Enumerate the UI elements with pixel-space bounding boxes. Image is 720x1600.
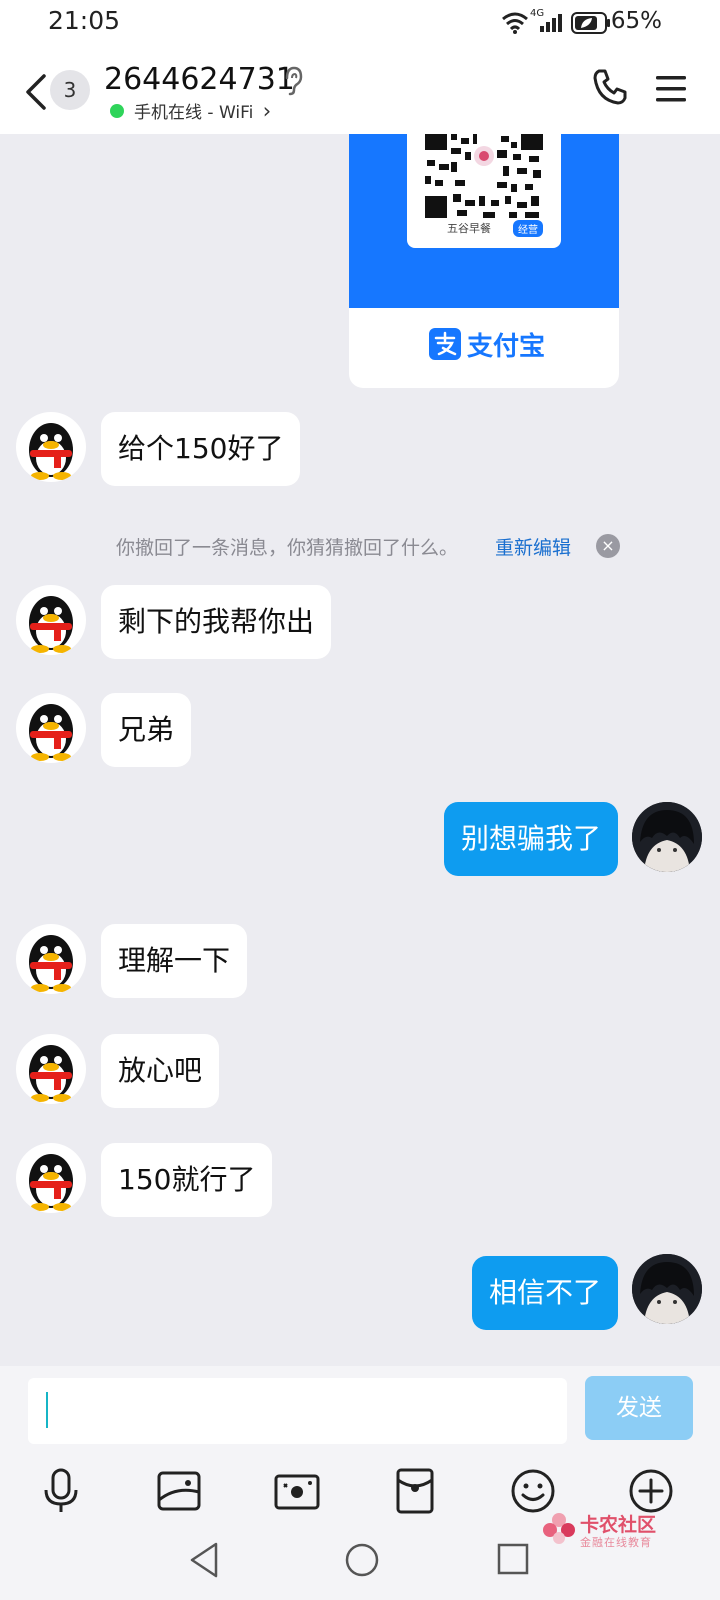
plus-icon[interactable] [626, 1466, 676, 1516]
anime-avatar-icon [632, 1254, 702, 1324]
message-bubble-outgoing[interactable]: 别想骗我了 [443, 802, 618, 876]
camera-icon[interactable] [272, 1466, 322, 1516]
message-bubble-incoming[interactable]: 给个150好了 [101, 412, 301, 486]
alipay-qr-card[interactable]: 五谷早餐 经营 支付宝 [349, 134, 619, 388]
emoji-icon[interactable] [508, 1466, 558, 1516]
anime-avatar-icon [632, 802, 702, 872]
message-bubble-incoming[interactable]: 兄弟 [101, 693, 192, 767]
message-bubble-incoming[interactable]: 放心吧 [101, 1034, 220, 1108]
text-caret [46, 1392, 48, 1428]
status-bar: 21:05 4G 65% [0, 0, 720, 46]
message-bubble-outgoing[interactable]: 相信不了 [471, 1256, 618, 1330]
wifi-icon [502, 12, 528, 34]
image-icon[interactable] [154, 1466, 204, 1516]
message-bubble-incoming[interactable]: 150就行了 [101, 1143, 273, 1217]
red-packet-icon[interactable] [390, 1466, 440, 1516]
re-edit-link[interactable]: 重新编辑 [495, 533, 571, 560]
penguin-avatar-icon [29, 1045, 73, 1102]
penguin-avatar-icon [29, 1154, 73, 1211]
recall-notice-text: 你撤回了一条消息，你猜猜撤回了什么。 [116, 537, 459, 559]
ear-icon[interactable] [282, 66, 304, 96]
battery-percent: 65% [610, 8, 662, 34]
penguin-avatar-icon [29, 423, 73, 480]
alipay-brand-label: 支付宝 [467, 332, 546, 362]
message-input[interactable] [28, 1378, 567, 1444]
contact-avatar[interactable] [16, 585, 86, 655]
contact-avatar[interactable] [16, 1143, 86, 1213]
nav-back-icon[interactable] [186, 1540, 222, 1580]
close-notice-icon[interactable]: × [596, 534, 620, 558]
status-time: 21:05 [48, 6, 121, 35]
chat-header: 3 2644624731 手机在线 - WiFi › [0, 46, 720, 134]
message-bubble-incoming[interactable]: 剩下的我帮你出 [101, 585, 332, 659]
nav-recents-icon[interactable] [494, 1540, 534, 1580]
contact-avatar[interactable] [16, 412, 86, 482]
microphone-icon[interactable] [36, 1466, 86, 1516]
nav-home-icon[interactable] [342, 1540, 382, 1580]
signal-icon [540, 14, 562, 32]
send-button[interactable]: 发送 [585, 1376, 693, 1440]
penguin-avatar-icon [29, 704, 73, 761]
battery-icon [571, 12, 610, 34]
menu-icon[interactable] [654, 74, 688, 104]
my-avatar[interactable] [632, 1254, 702, 1324]
contact-avatar[interactable] [16, 924, 86, 994]
penguin-avatar-icon [29, 935, 73, 992]
phone-call-icon[interactable] [592, 68, 630, 106]
contact-avatar[interactable] [16, 1034, 86, 1104]
qr-shop-name: 五谷早餐 [447, 222, 491, 235]
message-bubble-incoming[interactable]: 理解一下 [101, 924, 248, 998]
online-status-text: 手机在线 - WiFi [134, 103, 254, 123]
unread-count-badge[interactable]: 3 [50, 70, 90, 110]
online-status[interactable]: 手机在线 - WiFi › [134, 98, 271, 123]
qr-business-tag: 经营 [513, 220, 543, 237]
chevron-right-icon: › [262, 99, 272, 123]
my-avatar[interactable] [632, 802, 702, 872]
online-status-dot [110, 104, 124, 118]
watermark-title: 卡农社区 [580, 1514, 657, 1536]
qr-code-panel: 五谷早餐 经营 [407, 134, 561, 248]
contact-avatar[interactable] [16, 693, 86, 763]
watermark-flower-icon [543, 1513, 575, 1544]
penguin-avatar-icon [29, 596, 73, 653]
back-arrow-icon[interactable] [22, 72, 48, 112]
qr-code-icon [421, 134, 547, 220]
alipay-logo-icon [429, 328, 461, 360]
watermark-subtitle: 金融在线教育 [580, 1536, 652, 1549]
contact-name[interactable]: 2644624731 [104, 62, 295, 97]
